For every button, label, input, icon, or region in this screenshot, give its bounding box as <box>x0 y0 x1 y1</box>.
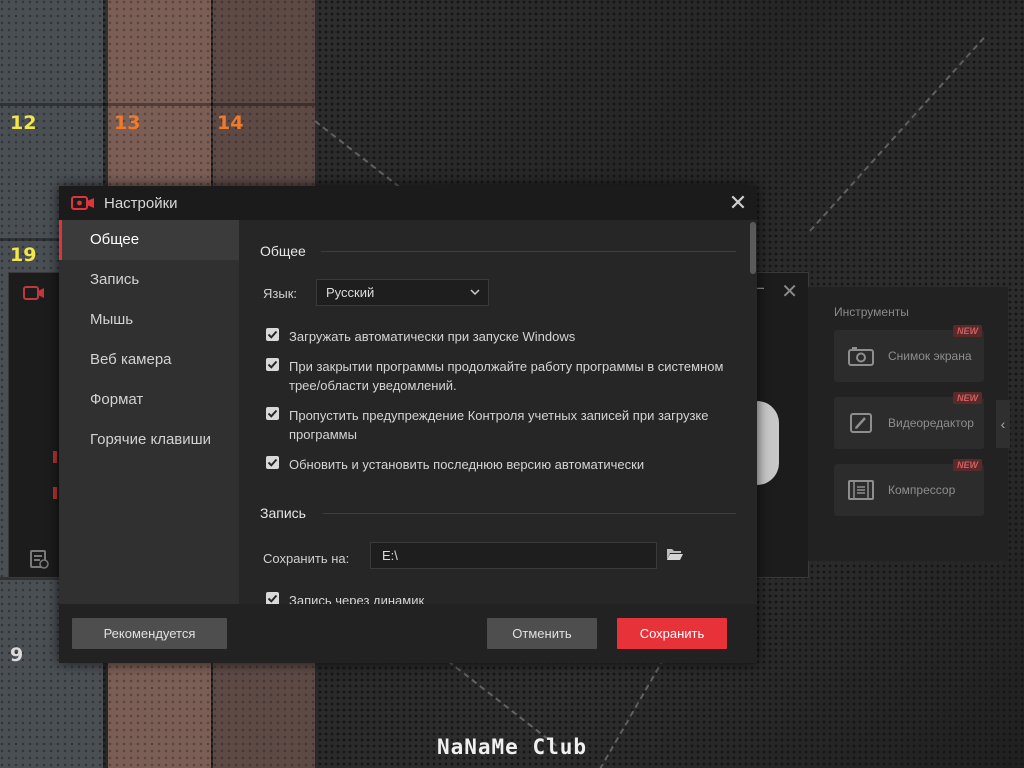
tile-number: 13 <box>114 112 141 134</box>
check-icon <box>267 458 278 467</box>
tool-video-editor[interactable]: Видеоредактор NEW <box>834 392 984 449</box>
sidebar-item-general[interactable]: Общее <box>59 220 239 260</box>
check-icon <box>267 330 278 339</box>
recommend-button[interactable]: Рекомендуется <box>72 618 227 649</box>
checkbox-label: Обновить и установить последнюю версию а… <box>289 457 645 472</box>
tool-label: Снимок экрана <box>888 349 972 363</box>
tools-title: Инструменты <box>834 305 909 319</box>
new-badge: NEW <box>953 392 982 404</box>
checkbox-checked[interactable] <box>266 328 279 341</box>
scrollbar-thumb[interactable] <box>750 222 756 274</box>
tile-number: 12 <box>10 112 37 134</box>
chevron-down-icon <box>470 289 480 296</box>
status-mark <box>53 487 57 499</box>
watermark: NaNaMe Club <box>436 735 588 759</box>
settings-content: Общее Язык: Русский Загружать автоматиче… <box>239 220 757 604</box>
video-editor-icon <box>850 413 872 433</box>
recorder-logo-icon <box>23 286 44 300</box>
tile-number: 19 <box>10 244 37 266</box>
sidebar-item-format[interactable]: Формат <box>59 380 239 420</box>
check-icon <box>267 594 278 603</box>
new-badge: NEW <box>953 325 982 337</box>
checkbox-label: Пропустить предупреждение Контроля учетн… <box>289 408 709 442</box>
language-value: Русский <box>326 285 375 300</box>
settings-sidebar: Общее Запись Мышь Веб камера Формат Горя… <box>59 220 239 604</box>
dialog-title: Настройки <box>104 195 178 212</box>
close-icon[interactable]: ✕ <box>725 190 751 216</box>
section-divider <box>321 251 736 252</box>
new-badge: NEW <box>953 459 982 471</box>
cancel-button[interactable]: Отменить <box>487 618 597 649</box>
chevron-left-icon[interactable]: ‹ <box>996 400 1010 448</box>
recorder-logo-icon <box>71 196 94 210</box>
tool-screenshot[interactable]: Снимок экрана NEW <box>834 325 984 382</box>
checkbox-label: При закрытии программы продолжайте работ… <box>289 359 724 393</box>
section-title-general: Общее <box>260 243 306 259</box>
tile-number: 14 <box>217 112 244 134</box>
save-to-label: Сохранить на: <box>263 551 350 566</box>
sidebar-item-hotkeys[interactable]: Горячие клавиши <box>59 420 239 460</box>
sidebar-item-webcam[interactable]: Веб камера <box>59 340 239 380</box>
tools-panel: Инструменты Снимок экрана NEW Видеоредак… <box>808 287 1010 561</box>
settings-dialog: Настройки ✕ Общее Запись Мышь Веб камера… <box>59 186 757 663</box>
sidebar-item-mouse[interactable]: Мышь <box>59 300 239 340</box>
tile-divider <box>0 103 315 106</box>
check-icon <box>267 360 278 369</box>
close-icon[interactable]: ✕ <box>781 279 798 304</box>
section-title-record: Запись <box>260 505 306 521</box>
tile-number: 9 <box>10 644 24 666</box>
folder-icon[interactable] <box>666 547 684 561</box>
camera-icon <box>848 347 874 366</box>
save-button[interactable]: Сохранить <box>617 618 727 649</box>
section-divider <box>323 513 736 514</box>
save-path-input[interactable]: E:\ <box>370 542 657 569</box>
check-icon <box>267 409 278 418</box>
tool-compressor[interactable]: Компрессор NEW <box>834 459 984 516</box>
checkbox-checked[interactable] <box>266 592 279 604</box>
tool-label: Видеоредактор <box>888 416 974 430</box>
checkbox-checked[interactable] <box>266 456 279 469</box>
dialog-footer: Рекомендуется Отменить Сохранить <box>59 604 757 663</box>
dialog-title-bar: Настройки ✕ <box>59 186 757 220</box>
tool-label: Компрессор <box>888 483 956 497</box>
checkbox-checked[interactable] <box>266 407 279 420</box>
compressor-icon <box>848 480 874 500</box>
language-select[interactable]: Русский <box>316 279 489 306</box>
status-mark <box>53 451 57 463</box>
language-label: Язык: <box>263 286 297 301</box>
sidebar-item-record[interactable]: Запись <box>59 260 239 300</box>
checkbox-label: Загружать автоматически при запуске Wind… <box>289 329 576 344</box>
checkbox-checked[interactable] <box>266 358 279 371</box>
checkbox-label: Запись через динамик <box>289 593 425 604</box>
schedule-icon[interactable] <box>29 549 49 569</box>
record-dial <box>757 401 779 485</box>
